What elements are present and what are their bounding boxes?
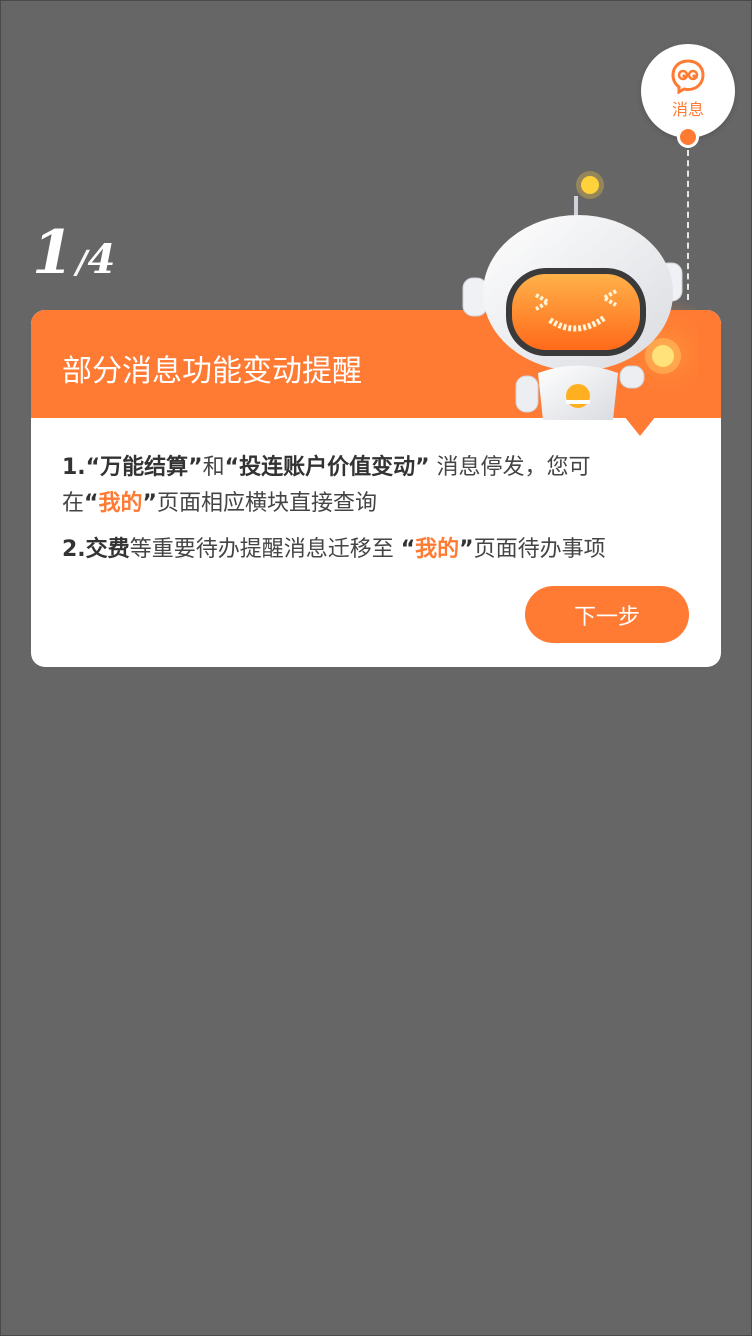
item-1-quote-2: “投连账户价值变动” <box>224 455 430 480</box>
item-1-conjunction: 和 <box>202 455 225 480</box>
message-anchor-dot <box>677 126 699 148</box>
step-current: 1 <box>32 218 74 288</box>
robot-mascot-icon <box>462 171 698 420</box>
item-2-mine-highlight: 我的 <box>415 537 460 562</box>
item-1-tail: 消息停发，您可 <box>429 455 591 480</box>
item-1-number: 1. <box>62 455 86 480</box>
chat-bubble-icon <box>671 59 705 94</box>
item-1-mine-highlight: 我的 <box>98 491 143 516</box>
item-2-right-quote: ” <box>459 537 474 562</box>
item-1-prefix: 在 <box>62 491 85 516</box>
item-1-right-quote: ” <box>142 491 157 516</box>
message-item-1-line-1: 1.“万能结算”和“投连账户价值变动” 消息停发，您可 <box>62 449 591 481</box>
message-button[interactable]: 消息 <box>641 44 735 138</box>
message-item-1-line-2: 在“我的”页面相应横块直接查询 <box>62 485 377 517</box>
item-2-middle: 等重要待办提醒消息迁移至 <box>129 537 401 562</box>
item-2-left-quote: “ <box>400 537 416 562</box>
item-1-suffix: 页面相应横块直接查询 <box>156 491 377 516</box>
item-2-number: 2. <box>62 537 86 562</box>
item-1-left-quote: “ <box>84 491 99 516</box>
message-label: 消息 <box>671 100 704 119</box>
step-separator: / <box>75 243 88 281</box>
step-indicator: 1/4 <box>32 218 115 288</box>
step-total: 4 <box>87 236 116 283</box>
next-step-button[interactable]: 下一步 <box>525 586 689 643</box>
item-2-bold: 交费 <box>85 537 130 562</box>
item-2-tail: 页面待办事项 <box>473 537 606 562</box>
item-1-quote-1: “万能结算” <box>85 455 203 480</box>
guide-title: 部分消息功能变动提醒 <box>62 354 362 389</box>
message-item-2: 2.交费等重要待办提醒消息迁移至 “我的”页面待办事项 <box>62 531 606 563</box>
